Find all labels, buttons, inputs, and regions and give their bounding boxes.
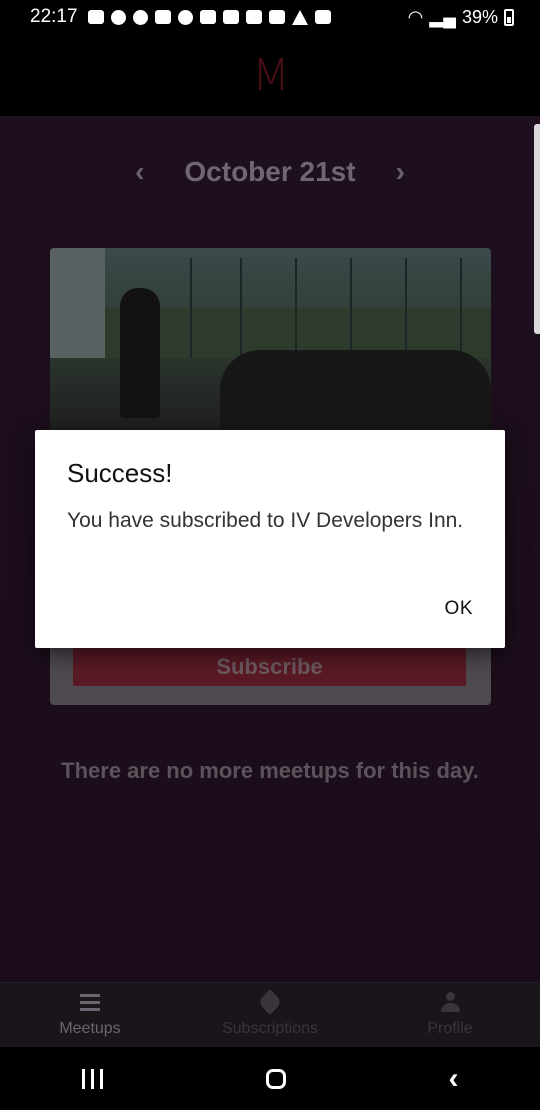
status-bar: 22:17 ◠ ▂▄ 39% [0, 0, 540, 34]
chevron-left-icon[interactable]: ‹ [135, 156, 144, 188]
warning-icon [291, 9, 308, 25]
message-icon [87, 10, 104, 24]
image-icon [314, 10, 331, 24]
nav-label: Profile [427, 1020, 473, 1037]
bottom-navigation: Meetups Subscriptions Profile [0, 982, 540, 1047]
status-time: 22:17 [30, 6, 78, 27]
recent-apps-icon[interactable] [81, 1068, 103, 1089]
system-status: ◠ ▂▄ 39% [408, 7, 514, 28]
no-more-meetups-message: There are no more meetups for this day. [61, 758, 479, 783]
dialog-message: You have subscribed to IV Developers Inn… [67, 509, 464, 532]
nav-label: Subscriptions [221, 1020, 319, 1037]
nav-item-profile[interactable]: Profile [360, 983, 540, 1047]
ok-button[interactable]: OK [445, 598, 473, 620]
back-icon[interactable]: ‹ [449, 1062, 459, 1096]
app-icon [268, 10, 285, 24]
app-logo: M [252, 49, 290, 101]
app-icon [222, 10, 239, 24]
scrollbar[interactable] [534, 124, 540, 334]
notification-icons [87, 9, 408, 25]
date-navigation: ‹ October 21st › [0, 156, 540, 188]
facebook-icon [110, 9, 126, 25]
system-navigation: ‹ [0, 1047, 540, 1110]
signal-icon: ▂▄ [429, 6, 456, 27]
success-dialog: Success! You have subscribed to IV Devel… [35, 430, 505, 648]
nav-label: Meetups [59, 1020, 121, 1037]
app-header: M [0, 34, 540, 116]
tag-icon [257, 989, 283, 1015]
dialog-title: Success! [67, 458, 173, 488]
battery-icon [504, 8, 514, 26]
nav-item-meetups[interactable]: Meetups [0, 983, 180, 1047]
youtube-icon [154, 10, 171, 24]
list-icon [79, 992, 101, 1012]
reddit-icon [177, 9, 193, 25]
chevron-right-icon[interactable]: › [396, 156, 405, 188]
person-icon [439, 992, 461, 1012]
home-icon[interactable] [265, 1068, 286, 1089]
meetup-image [50, 248, 491, 430]
subscribe-button[interactable]: Subscribe [73, 648, 466, 686]
battery-percent: 39% [461, 6, 498, 27]
app-icon [245, 10, 262, 24]
facebook-icon [132, 9, 148, 25]
gmail-icon [199, 10, 216, 24]
wifi-icon: ◠ [407, 6, 424, 27]
date-title: October 21st [184, 156, 356, 187]
nav-item-subscriptions[interactable]: Subscriptions [180, 983, 360, 1047]
